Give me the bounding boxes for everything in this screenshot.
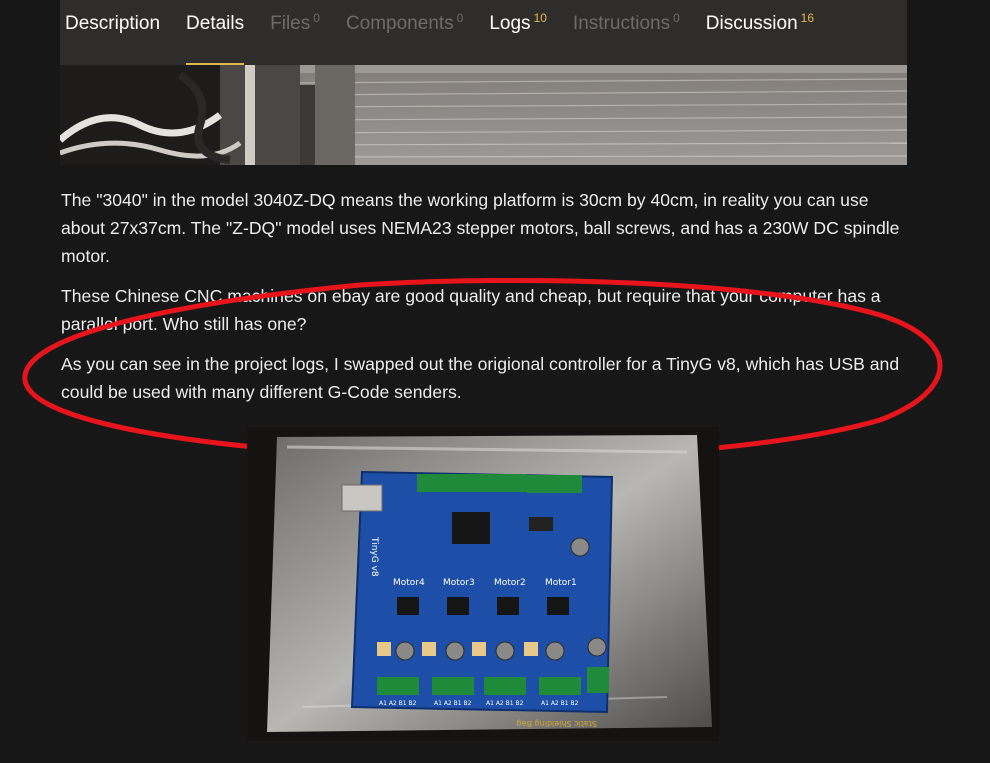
- pin-label: A1 A2 B1 B2: [434, 700, 472, 707]
- cnc-machine-photo: [60, 65, 907, 165]
- tab-count: 0: [313, 11, 320, 25]
- paragraph-tinyg: As you can see in the project logs, I sw…: [61, 354, 900, 402]
- tab-description[interactable]: Description: [65, 0, 160, 65]
- tab-label: Description: [65, 13, 161, 34]
- tab-files[interactable]: Files 0: [270, 0, 320, 65]
- tab-count: 10: [533, 11, 547, 25]
- tab-discussion[interactable]: Discussion 16: [706, 0, 814, 65]
- tab-label: Discussion: [705, 13, 798, 34]
- tinyg-board-illustration: TinyG v8 Motor4 Motor3 Motor2 Motor1 A1 …: [247, 427, 719, 741]
- tab-count: 0: [673, 11, 680, 25]
- project-tab-bar: Description Details Files 0 Components 0 L…: [60, 0, 907, 65]
- tab-label: Details: [186, 13, 245, 34]
- tab-label: Components: [345, 13, 454, 34]
- project-page: Description Details Files 0 Components 0 L…: [0, 0, 990, 763]
- paragraph-parallel-port: These Chinese CNC machines on ebay are g…: [61, 286, 881, 334]
- paragraph-platform: The "3040" in the model 3040Z-DQ means t…: [61, 190, 900, 266]
- tab-label: Logs: [489, 13, 531, 34]
- tab-count: 0: [456, 11, 464, 25]
- motor-label: Motor4: [393, 578, 425, 588]
- details-content: The "3040" in the model 3040Z-DQ means t…: [61, 186, 911, 418]
- bag-print-text: Static Shielding Bag: [517, 719, 597, 728]
- board-brand-text: TinyG v8: [369, 536, 379, 577]
- tab-label: Instructions: [572, 13, 671, 34]
- tab-instructions[interactable]: Instructions 0: [573, 0, 680, 65]
- tab-components[interactable]: Components 0: [346, 0, 463, 65]
- motor-label: Motor3: [443, 578, 475, 588]
- tab-logs[interactable]: Logs 10: [489, 0, 547, 65]
- tab-label: Files: [270, 13, 311, 34]
- motor-label: Motor1: [545, 578, 577, 588]
- tab-count: 16: [800, 11, 814, 25]
- pin-label: A1 A2 B1 B2: [486, 700, 524, 707]
- pin-label: A1 A2 B1 B2: [379, 700, 417, 707]
- motor-label: Motor2: [494, 578, 526, 588]
- tinyg-board-photo: TinyG v8 Motor4 Motor3 Motor2 Motor1 A1 …: [247, 427, 719, 741]
- cnc-machine-illustration: [60, 65, 907, 165]
- tab-details[interactable]: Details: [186, 0, 245, 65]
- pin-label: A1 A2 B1 B2: [541, 700, 579, 707]
